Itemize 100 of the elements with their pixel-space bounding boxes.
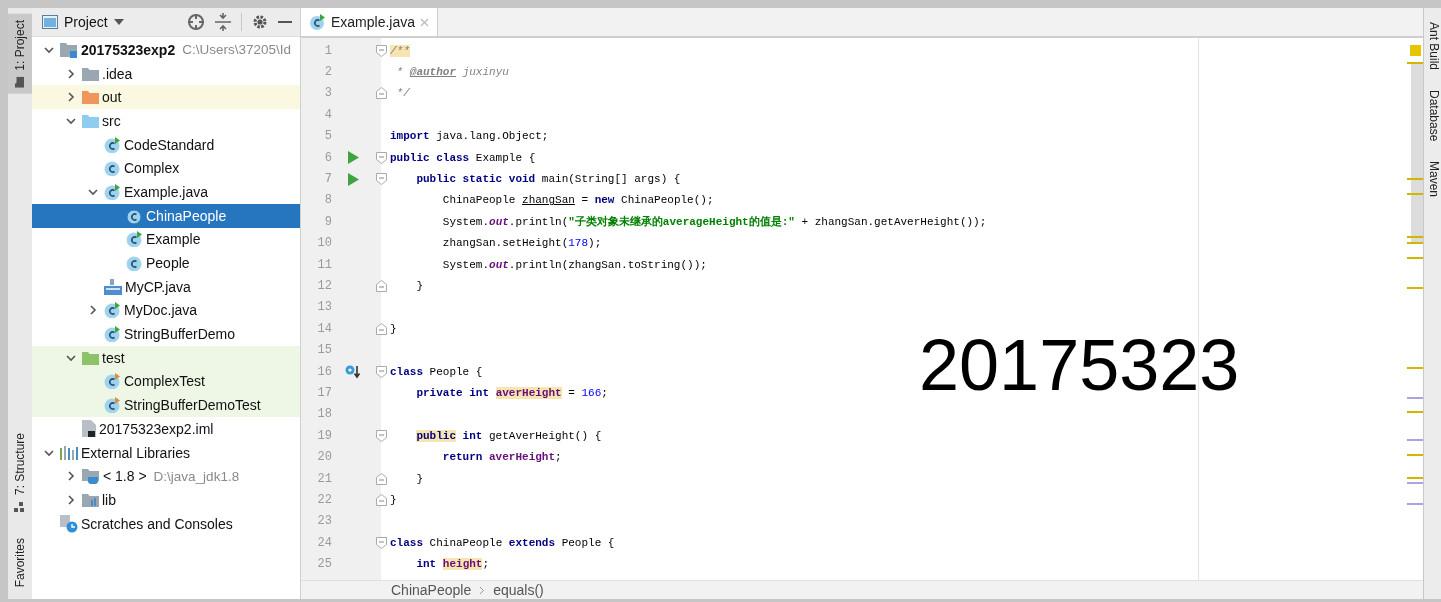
class-icon — [104, 326, 121, 343]
chevron-icon[interactable] — [88, 186, 98, 197]
line-number: 19 — [316, 428, 332, 443]
library-icon — [60, 445, 78, 460]
fold-marker-icon[interactable] — [375, 365, 387, 378]
class-icon — [104, 302, 121, 319]
tree-item[interactable]: StringBufferDemo — [32, 322, 300, 346]
chevron-icon — [479, 585, 486, 595]
tool-window-button[interactable]: Ant Build — [1424, 22, 1441, 71]
settings-icon[interactable] — [252, 14, 268, 30]
chevron-icon[interactable] — [66, 92, 76, 103]
folder-icon — [82, 90, 99, 105]
line-number: 18 — [316, 407, 332, 422]
tool-window-button[interactable]: Maven — [1424, 161, 1441, 198]
breadcrumb[interactable]: ChinaPeople — [391, 582, 472, 598]
line-number: 17 — [316, 385, 332, 400]
chevron-icon[interactable] — [66, 471, 76, 482]
folder-icon — [14, 76, 26, 88]
fold-marker-icon[interactable] — [375, 429, 387, 442]
chevron-icon[interactable] — [66, 68, 76, 79]
line-number: 1 — [323, 43, 332, 58]
fold-marker-icon[interactable] — [375, 536, 387, 549]
tree-item[interactable]: ComplexTest — [32, 369, 300, 394]
chevron-icon[interactable] — [66, 352, 76, 363]
tree-item[interactable]: CodeStandard — [32, 132, 300, 157]
overlay-text: 20175323 — [919, 324, 1240, 406]
tree-item[interactable]: .idea — [32, 61, 300, 86]
tree-item[interactable]: 20175323exp2 C:\Users\37205\Id — [32, 38, 300, 62]
collapse-all-icon[interactable] — [215, 13, 231, 31]
code-line: } — [415, 472, 423, 485]
fold-marker-icon[interactable] — [375, 173, 387, 186]
fold-marker-icon[interactable] — [375, 151, 387, 164]
scratches-icon — [60, 514, 78, 533]
line-number: 8 — [323, 193, 332, 208]
line-number: 22 — [316, 492, 332, 507]
editor-tab[interactable]: Example.java — [301, 8, 439, 36]
module-icon — [60, 41, 78, 58]
class-icon — [126, 255, 143, 272]
tree-item[interactable]: < 1.8 > D:\java_jdk1.8 — [32, 464, 300, 489]
tool-window-button[interactable]: 1: Project — [8, 14, 32, 94]
overridden-method-icon[interactable] — [345, 364, 361, 379]
chevron-icon[interactable] — [66, 115, 76, 126]
folder-icon — [82, 66, 99, 81]
chevron-icon[interactable] — [44, 44, 54, 55]
chevron-icon[interactable] — [88, 305, 98, 316]
tree-item[interactable]: Scratches and Consoles — [32, 511, 300, 536]
tree-item[interactable]: out — [32, 85, 300, 110]
tree-item[interactable]: lib — [32, 488, 300, 512]
tree-item[interactable]: People — [32, 251, 300, 275]
code-line: private int averHeight = 166; — [415, 386, 608, 399]
line-number: 20 — [316, 450, 332, 465]
fold-marker-icon[interactable] — [375, 493, 387, 506]
project-view-dropdown[interactable]: Project — [42, 14, 124, 30]
tool-window-button[interactable]: Database — [1424, 90, 1441, 142]
code-line: } — [389, 322, 397, 335]
breadcrumb[interactable]: equals() — [493, 582, 544, 598]
tool-window-button[interactable]: 7: Structure — [8, 426, 32, 518]
line-number: 11 — [316, 257, 332, 272]
class-icon — [104, 373, 121, 390]
fold-marker-icon[interactable] — [375, 44, 387, 57]
code-line: class ChinaPeople extends People { — [389, 536, 615, 549]
line-number: 3 — [323, 86, 332, 101]
folder-icon — [82, 492, 99, 507]
chevron-icon[interactable] — [44, 447, 54, 458]
fold-marker-icon[interactable] — [375, 87, 387, 100]
line-number: 14 — [316, 321, 332, 336]
code-line: } — [389, 493, 397, 506]
line-number: 9 — [323, 214, 332, 229]
class-icon — [126, 231, 143, 248]
tree-item[interactable]: StringBufferDemoTest — [32, 393, 300, 417]
tree-item[interactable]: src — [32, 109, 300, 133]
line-number: 13 — [316, 300, 332, 315]
run-icon[interactable] — [347, 172, 359, 186]
tree-item[interactable]: Example.java — [32, 180, 300, 204]
tree-item[interactable]: ChinaPeople — [32, 203, 300, 228]
line-number: 15 — [316, 343, 332, 358]
line-number: 2 — [323, 65, 332, 80]
tree-item[interactable]: MyDoc.java — [32, 298, 300, 323]
minimize-icon[interactable] — [278, 20, 292, 24]
tree-item[interactable]: External Libraries — [32, 440, 300, 465]
jdk-folder-icon — [82, 468, 100, 485]
code-line: int height; — [415, 558, 490, 571]
code-line: import java.lang.Object; — [389, 130, 549, 143]
tree-item[interactable]: test — [32, 345, 300, 370]
tree-item[interactable]: Example — [32, 227, 300, 252]
fold-marker-icon[interactable] — [375, 472, 387, 485]
fold-marker-icon[interactable] — [375, 322, 387, 335]
line-number: 21 — [316, 471, 332, 486]
class-icon — [104, 397, 121, 414]
chevron-icon[interactable] — [66, 494, 76, 505]
tree-item[interactable]: MyCP.java — [32, 274, 300, 299]
tree-item[interactable]: Complex — [32, 156, 300, 181]
tree-item[interactable]: 20175323exp2.iml — [32, 417, 300, 441]
run-icon[interactable] — [347, 151, 359, 165]
fold-marker-icon[interactable] — [375, 280, 387, 292]
tool-window-button[interactable]: Favorites — [8, 531, 32, 593]
code-line: System.out.println(zhangSan.toString()); — [441, 258, 707, 271]
code-line: public static void main(String[] args) { — [415, 173, 681, 186]
class-icon — [104, 160, 121, 177]
locate-icon[interactable] — [187, 13, 205, 31]
